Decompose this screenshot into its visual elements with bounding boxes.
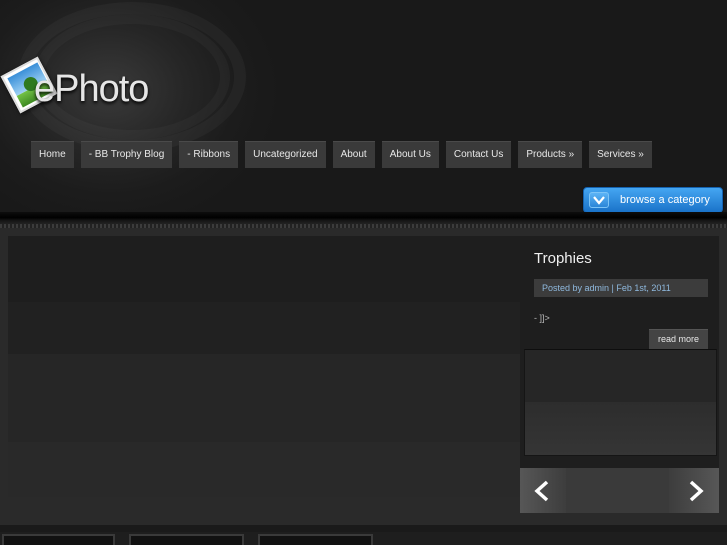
bottom-tab[interactable] [129, 534, 244, 545]
prev-slide-button[interactable] [520, 468, 566, 513]
slide-image-band [8, 442, 520, 497]
post-meta: Posted by admin | Feb 1st, 2011 [534, 279, 708, 297]
nav-item-about-us[interactable]: About Us [381, 141, 439, 168]
bottom-tab[interactable] [2, 534, 115, 545]
featured-post-title[interactable]: Trophies [534, 250, 592, 267]
thumbnail-band [525, 350, 716, 402]
nav-item-ribbons[interactable]: - Ribbons [179, 141, 239, 168]
slide-image[interactable] [8, 302, 520, 354]
logo[interactable]: ePhoto [0, 56, 172, 120]
featured-thumbnail[interactable] [524, 349, 717, 456]
post-excerpt: - ]]> [534, 313, 550, 323]
read-more-button[interactable]: read more [649, 329, 708, 349]
logo-text: ePhoto [34, 68, 149, 110]
chevron-down-icon [589, 192, 609, 208]
slide-image-band [8, 354, 520, 442]
arrow-left-icon [534, 480, 549, 502]
next-slide-button[interactable] [669, 468, 719, 513]
nav-item-bb-trophy-blog[interactable]: - BB Trophy Blog [80, 141, 173, 168]
arrow-right-icon [689, 480, 704, 502]
main-nav: Home - BB Trophy Blog - Ribbons Uncatego… [31, 141, 659, 168]
nav-item-uncategorized[interactable]: Uncategorized [245, 141, 326, 168]
nav-item-contact-us[interactable]: Contact Us [445, 141, 512, 168]
browse-category-label: browse a category [620, 194, 710, 206]
browse-category-button[interactable]: browse a category [583, 187, 723, 213]
nav-item-about[interactable]: About [332, 141, 375, 168]
nav-item-products[interactable]: Products » [518, 141, 583, 168]
nav-item-home[interactable]: Home [31, 141, 74, 168]
bottom-tab[interactable] [258, 534, 373, 545]
nav-item-services[interactable]: Services » [589, 141, 652, 168]
